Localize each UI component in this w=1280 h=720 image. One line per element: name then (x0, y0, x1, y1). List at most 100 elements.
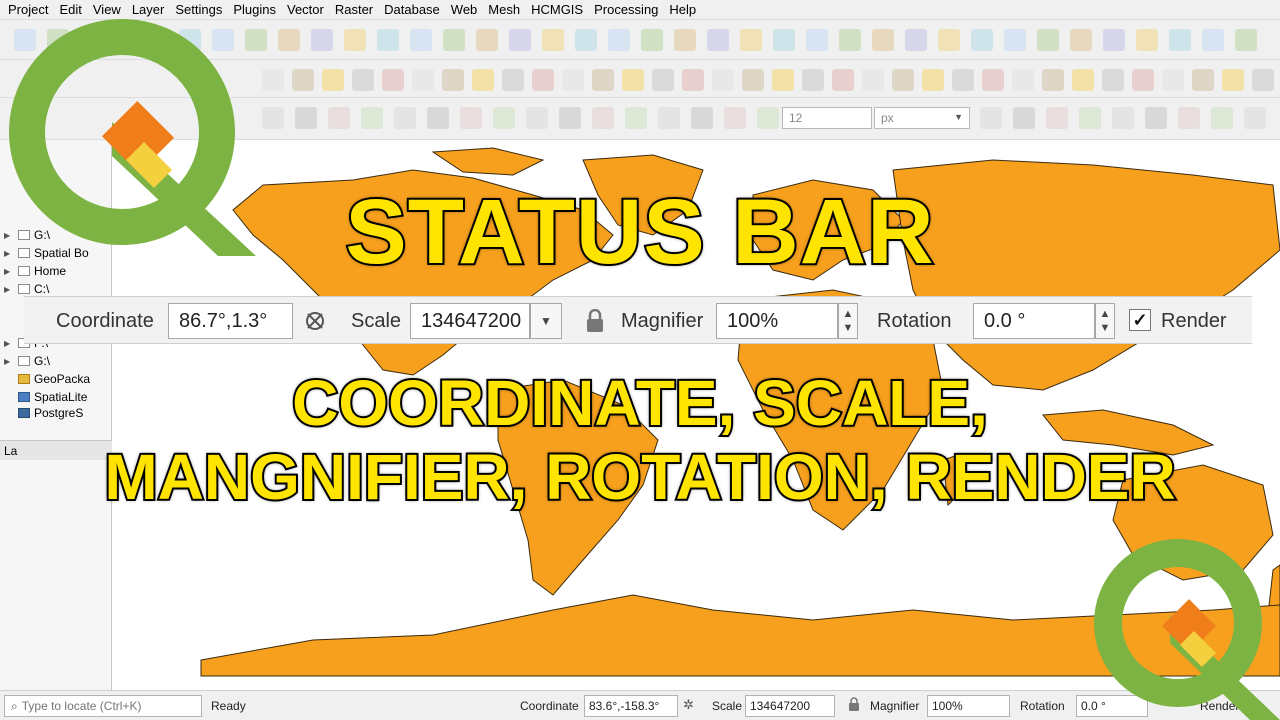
toolbar-tool-icon[interactable] (691, 107, 713, 129)
toolbar-tool-icon[interactable] (1012, 69, 1034, 91)
snap-tolerance-spinbox[interactable]: 12 (782, 107, 872, 129)
toolbar-tool-icon[interactable] (1079, 107, 1101, 129)
toolbar-tool-icon[interactable] (532, 69, 554, 91)
spin-down-icon[interactable]: ▼ (1100, 321, 1111, 335)
toolbar-tool-icon[interactable] (460, 107, 482, 129)
toolbar-tool-icon[interactable] (562, 69, 584, 91)
toolbar-tool-icon[interactable] (658, 107, 680, 129)
toolbar-tool-icon[interactable] (592, 69, 614, 91)
mouse-coordinate-toggle-icon[interactable]: ✲ (683, 697, 694, 713)
toolbar-tool-icon[interactable] (806, 29, 828, 51)
coordinate-field[interactable]: 83.6°,-158.3° (584, 695, 678, 717)
toolbar-tool-icon[interactable] (1222, 69, 1244, 91)
toolbar-tool-icon[interactable] (1211, 107, 1233, 129)
menu-item[interactable]: Help (665, 2, 700, 17)
toolbar-tool-icon[interactable] (311, 29, 333, 51)
toolbar-tool-icon[interactable] (922, 69, 944, 91)
toolbar-tool-icon[interactable] (1162, 69, 1184, 91)
menu-item[interactable]: Processing (590, 2, 662, 17)
toolbar-tool-icon[interactable] (971, 29, 993, 51)
toolbar-tool-icon[interactable] (712, 69, 734, 91)
toolbar-tool-icon[interactable] (328, 107, 350, 129)
rotation-spinner[interactable]: ▲ ▼ (1095, 303, 1115, 339)
locator-input[interactable] (21, 699, 182, 713)
toolbar-tool-icon[interactable] (707, 29, 729, 51)
toolbar-tool-icon[interactable] (322, 69, 344, 91)
toolbar-tool-icon[interactable] (1046, 107, 1068, 129)
toolbar-tool-icon[interactable] (742, 69, 764, 91)
coordinate-field[interactable]: 86.7°,1.3° (168, 303, 293, 339)
toolbar-tool-icon[interactable] (442, 69, 464, 91)
toolbar-tool-icon[interactable] (575, 29, 597, 51)
menu-item[interactable]: Raster (331, 2, 377, 17)
toolbar-tool-icon[interactable] (1252, 69, 1274, 91)
toolbar-tool-icon[interactable] (1072, 69, 1094, 91)
toolbar-tool-icon[interactable] (862, 69, 884, 91)
toolbar-tool-icon[interactable] (559, 107, 581, 129)
toolbar-tool-icon[interactable] (352, 69, 374, 91)
spin-down-icon[interactable]: ▼ (843, 321, 854, 335)
toolbar-tool-icon[interactable] (625, 107, 647, 129)
spin-up-icon[interactable]: ▲ (843, 307, 854, 321)
toolbar-tool-icon[interactable] (394, 107, 416, 129)
toolbar-tool-icon[interactable] (905, 29, 927, 51)
toolbar-tool-icon[interactable] (493, 107, 515, 129)
toolbar-tool-icon[interactable] (839, 29, 861, 51)
toolbar-tool-icon[interactable] (773, 29, 795, 51)
expand-arrow-icon[interactable]: ▶ (4, 339, 14, 348)
magnifier-field[interactable]: 100% (716, 303, 838, 339)
menu-item[interactable]: Vector (283, 2, 328, 17)
toolbar-tool-icon[interactable] (526, 107, 548, 129)
toolbar-tool-icon[interactable] (427, 107, 449, 129)
toolbar-tool-icon[interactable] (1145, 107, 1167, 129)
snap-unit-select[interactable]: px ▼ (874, 107, 970, 129)
toolbar-tool-icon[interactable] (1112, 107, 1134, 129)
toolbar-tool-icon[interactable] (1102, 69, 1124, 91)
toolbar-tool-icon[interactable] (980, 107, 1002, 129)
toolbar-tool-icon[interactable] (1037, 29, 1059, 51)
toolbar-tool-icon[interactable] (740, 29, 762, 51)
magnifier-field[interactable]: 100% (927, 695, 1010, 717)
expand-arrow-icon[interactable]: ▶ (4, 357, 14, 366)
toolbar-tool-icon[interactable] (1244, 107, 1266, 129)
menu-item[interactable]: Database (380, 2, 444, 17)
toolbar-tool-icon[interactable] (757, 107, 779, 129)
toolbar-tool-icon[interactable] (1132, 69, 1154, 91)
toolbar-tool-icon[interactable] (872, 29, 894, 51)
scale-field[interactable]: 134647200 (410, 303, 530, 339)
toolbar-tool-icon[interactable] (509, 29, 531, 51)
mouse-coordinate-toggle-icon[interactable] (302, 308, 328, 334)
toolbar-tool-icon[interactable] (410, 29, 432, 51)
toolbar-tool-icon[interactable] (382, 69, 404, 91)
toolbar-tool-icon[interactable] (412, 69, 434, 91)
toolbar-tool-icon[interactable] (1235, 29, 1257, 51)
toolbar-tool-icon[interactable] (1103, 29, 1125, 51)
menu-item[interactable]: Web (447, 2, 482, 17)
toolbar-tool-icon[interactable] (344, 29, 366, 51)
toolbar-tool-icon[interactable] (1202, 29, 1224, 51)
expand-arrow-icon[interactable]: ▶ (4, 285, 14, 294)
toolbar-tool-icon[interactable] (724, 107, 746, 129)
toolbar-tool-icon[interactable] (292, 69, 314, 91)
toolbar-tool-icon[interactable] (938, 29, 960, 51)
lock-scale-icon[interactable] (584, 308, 606, 333)
toolbar-tool-icon[interactable] (502, 69, 524, 91)
render-checkbox[interactable]: ✓ (1129, 309, 1151, 331)
toolbar-tool-icon[interactable] (652, 69, 674, 91)
toolbar-tool-icon[interactable] (608, 29, 630, 51)
toolbar-tool-icon[interactable] (1178, 107, 1200, 129)
toolbar-tool-icon[interactable] (802, 69, 824, 91)
locator-bar[interactable]: ⌕ (4, 695, 202, 717)
toolbar-tool-icon[interactable] (622, 69, 644, 91)
toolbar-tool-icon[interactable] (674, 29, 696, 51)
spin-up-icon[interactable]: ▲ (1100, 307, 1111, 321)
toolbar-tool-icon[interactable] (982, 69, 1004, 91)
toolbar-tool-icon[interactable] (1192, 69, 1214, 91)
toolbar-tool-icon[interactable] (892, 69, 914, 91)
menu-item[interactable]: HCMGIS (527, 2, 587, 17)
toolbar-tool-icon[interactable] (1136, 29, 1158, 51)
toolbar-tool-icon[interactable] (472, 69, 494, 91)
magnifier-spinner[interactable]: ▲ ▼ (838, 303, 858, 339)
toolbar-tool-icon[interactable] (443, 29, 465, 51)
toolbar-tool-icon[interactable] (377, 29, 399, 51)
